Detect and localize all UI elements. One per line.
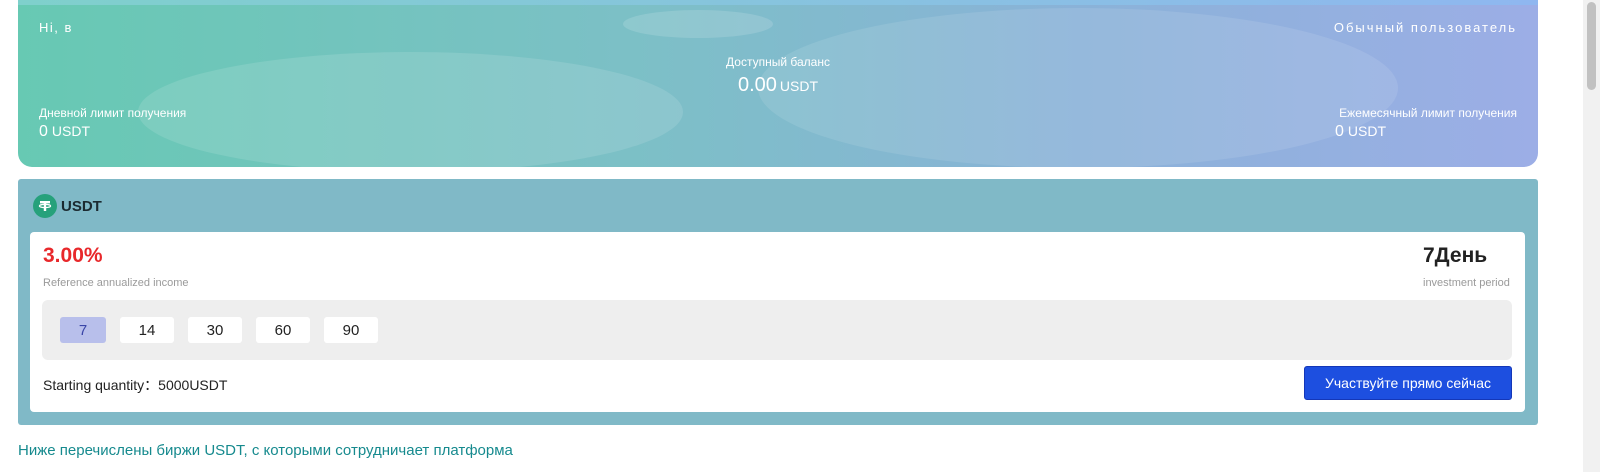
starting-quantity-value: 5000USDT (158, 377, 228, 393)
product-details: 3.00% Reference annualized income 7День … (30, 232, 1525, 412)
daily-limit-label: Дневной лимит получения (39, 106, 187, 120)
join-now-button[interactable]: Участвуйте прямо сейчас (1304, 366, 1512, 400)
available-balance-unit: USDT (779, 78, 819, 94)
monthly-limit-unit: USDT (1347, 123, 1387, 139)
available-balance-value: 0.00 USDT (18, 74, 1538, 97)
period-option-30[interactable]: 30 (188, 317, 242, 343)
monthly-limit-label: Ежемесячный лимит получения (1339, 106, 1517, 120)
coin-header: USDT (33, 194, 102, 218)
page-scrollbar[interactable] (1583, 0, 1600, 472)
partner-exchanges-note: Ниже перечислены биржи USDT, с которыми … (18, 442, 513, 459)
starting-quantity: Starting quantity：5000USDT (43, 375, 227, 395)
balance-card: Hi, в Обычный пользователь Доступный бал… (18, 0, 1538, 167)
annualized-rate: 3.00% (43, 244, 103, 267)
monthly-limit-amount: 0 (1335, 123, 1344, 140)
investment-period: 7День (1423, 244, 1488, 267)
period-option-7[interactable]: 7 (60, 317, 106, 343)
scrollbar-thumb[interactable] (1587, 2, 1596, 90)
decorative-blob (138, 52, 683, 167)
investment-period-label: investment period (1423, 277, 1510, 289)
available-balance-label: Доступный баланс (726, 55, 830, 69)
period-option-60[interactable]: 60 (256, 317, 310, 343)
product-card: USDT 3.00% Reference annualized income 7… (18, 179, 1538, 425)
page: Hi, в Обычный пользователь Доступный бал… (0, 0, 1600, 472)
available-balance-amount: 0.00 (737, 74, 777, 96)
period-option-90[interactable]: 90 (324, 317, 378, 343)
period-options: 7 14 30 60 90 (42, 300, 1512, 360)
user-type-label: Обычный пользователь (1333, 20, 1517, 35)
daily-limit-amount: 0 (39, 123, 48, 140)
decorative-blob (623, 10, 773, 38)
monthly-limit-value: 0 USDT (1335, 123, 1386, 141)
starting-quantity-label: Starting quantity： (43, 377, 159, 393)
annualized-rate-label: Reference annualized income (43, 277, 189, 289)
daily-limit-value: 0 USDT (39, 123, 90, 141)
coin-name: USDT (61, 197, 102, 215)
tether-icon (33, 194, 57, 218)
top-accent-strip (18, 0, 1538, 5)
greeting-text: Hi, в (39, 20, 73, 35)
period-option-14[interactable]: 14 (120, 317, 174, 343)
daily-limit-unit: USDT (51, 123, 91, 139)
